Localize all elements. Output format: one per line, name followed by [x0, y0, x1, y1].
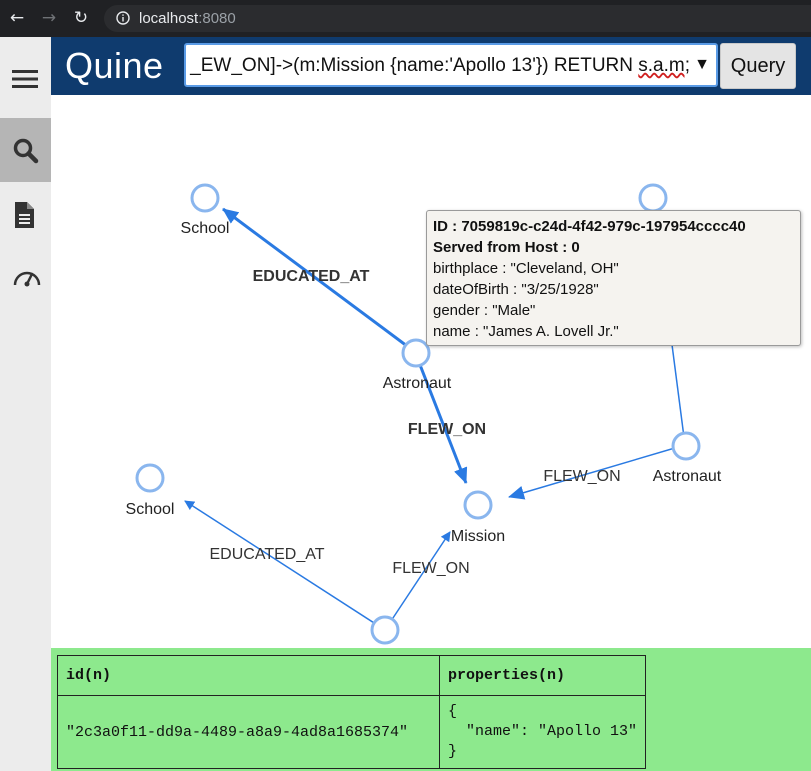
- app-header: Quine _EW_ON]->(m:Mission {name:'Apollo …: [51, 37, 811, 95]
- hamburger-menu-icon: [12, 70, 38, 88]
- table-row[interactable]: "2c3a0f11-dd9a-4489-a8a9-4ad8a1685374" {…: [57, 695, 647, 769]
- sidebar-item-docs[interactable]: [0, 182, 51, 246]
- cell-properties[interactable]: { "name": "Apollo 13" }: [438, 695, 647, 769]
- results-panel: id(n) properties(n) "2c3a0f11-dd9a-4489-…: [51, 648, 811, 771]
- node-label-mission: Mission: [451, 528, 505, 545]
- edge-label-flew-on-2: FLEW_ON: [543, 468, 620, 485]
- query-button[interactable]: Query: [720, 43, 796, 89]
- node-school-1[interactable]: [190, 183, 220, 213]
- sidebar-item-query[interactable]: [0, 118, 51, 182]
- node-label-school-2: School: [126, 501, 175, 518]
- gauge-icon: [13, 271, 41, 287]
- results-table: id(n) properties(n) "2c3a0f11-dd9a-4489-…: [57, 655, 647, 769]
- tooltip-name: name : "James A. Lovell Jr.": [433, 323, 619, 340]
- graph-canvas[interactable]: School Astronaut School Mission Astronau…: [51, 95, 811, 648]
- node-astronaut-2[interactable]: [671, 431, 701, 461]
- tooltip-birthplace: birthplace : "Cleveland, OH": [433, 260, 619, 277]
- column-header-id: id(n): [57, 655, 440, 696]
- browser-toolbar: ← → ↻ localhost:8080: [0, 0, 811, 37]
- quine-logo: Quine: [65, 45, 164, 86]
- search-icon: [13, 138, 39, 164]
- forward-arrow-icon[interactable]: →: [40, 9, 58, 27]
- edge-label-flew-on-3: FLEW_ON: [392, 560, 469, 577]
- node-label-astronaut-2: Astronaut: [653, 468, 722, 485]
- edge-label-educated-at-1: EDUCATED_AT: [253, 268, 370, 285]
- column-header-properties: properties(n): [438, 655, 647, 696]
- reload-icon[interactable]: ↻: [72, 9, 90, 27]
- node-astronaut-1[interactable]: [401, 338, 431, 368]
- node-top-right[interactable]: [638, 183, 668, 213]
- node-label-astronaut-1: Astronaut: [383, 375, 452, 392]
- table-header-row: id(n) properties(n): [57, 655, 647, 696]
- tooltip-host: Served from Host : 0: [433, 239, 580, 256]
- graph-svg: School Astronaut School Mission Astronau…: [126, 183, 722, 645]
- node-mission[interactable]: [463, 490, 493, 520]
- edge-educated-at-2[interactable]: [184, 500, 386, 631]
- edge-flew-on-1[interactable]: [413, 351, 468, 484]
- edge-label-educated-at-2: EDUCATED_AT: [210, 546, 325, 563]
- node-label-school-1: School: [181, 220, 230, 237]
- back-arrow-icon[interactable]: ←: [8, 9, 26, 27]
- tooltip-dob: dateOfBirth : "3/25/1928": [433, 281, 599, 298]
- query-text: _EW_ON]->(m:Mission {name:'Apollo 13'}) …: [190, 55, 690, 76]
- query-input[interactable]: _EW_ON]->(m:Mission {name:'Apollo 13'}) …: [184, 43, 718, 87]
- edge-label-flew-on-1: FLEW_ON: [408, 421, 486, 438]
- dropdown-arrow-icon[interactable]: ▼: [694, 56, 710, 74]
- node-tooltip: ID : 7059819c-c24d-4f42-979c-197954cccc4…: [426, 210, 801, 346]
- sidebar: [0, 37, 52, 771]
- node-school-2[interactable]: [135, 463, 165, 493]
- document-icon: [15, 202, 34, 228]
- edge-flew-on-3[interactable]: [384, 531, 451, 631]
- info-icon[interactable]: [116, 11, 130, 25]
- cell-id[interactable]: "2c3a0f11-dd9a-4489-a8a9-4ad8a1685374": [57, 695, 440, 769]
- node-bottom[interactable]: [370, 615, 400, 645]
- tooltip-id: ID : 7059819c-c24d-4f42-979c-197954cccc4…: [433, 218, 746, 235]
- tooltip-gender: gender : "Male": [433, 302, 536, 319]
- menu-button[interactable]: [0, 47, 51, 111]
- url-text: localhost:8080: [139, 10, 236, 27]
- sidebar-item-metrics[interactable]: [0, 246, 51, 310]
- address-bar[interactable]: localhost:8080: [104, 5, 811, 32]
